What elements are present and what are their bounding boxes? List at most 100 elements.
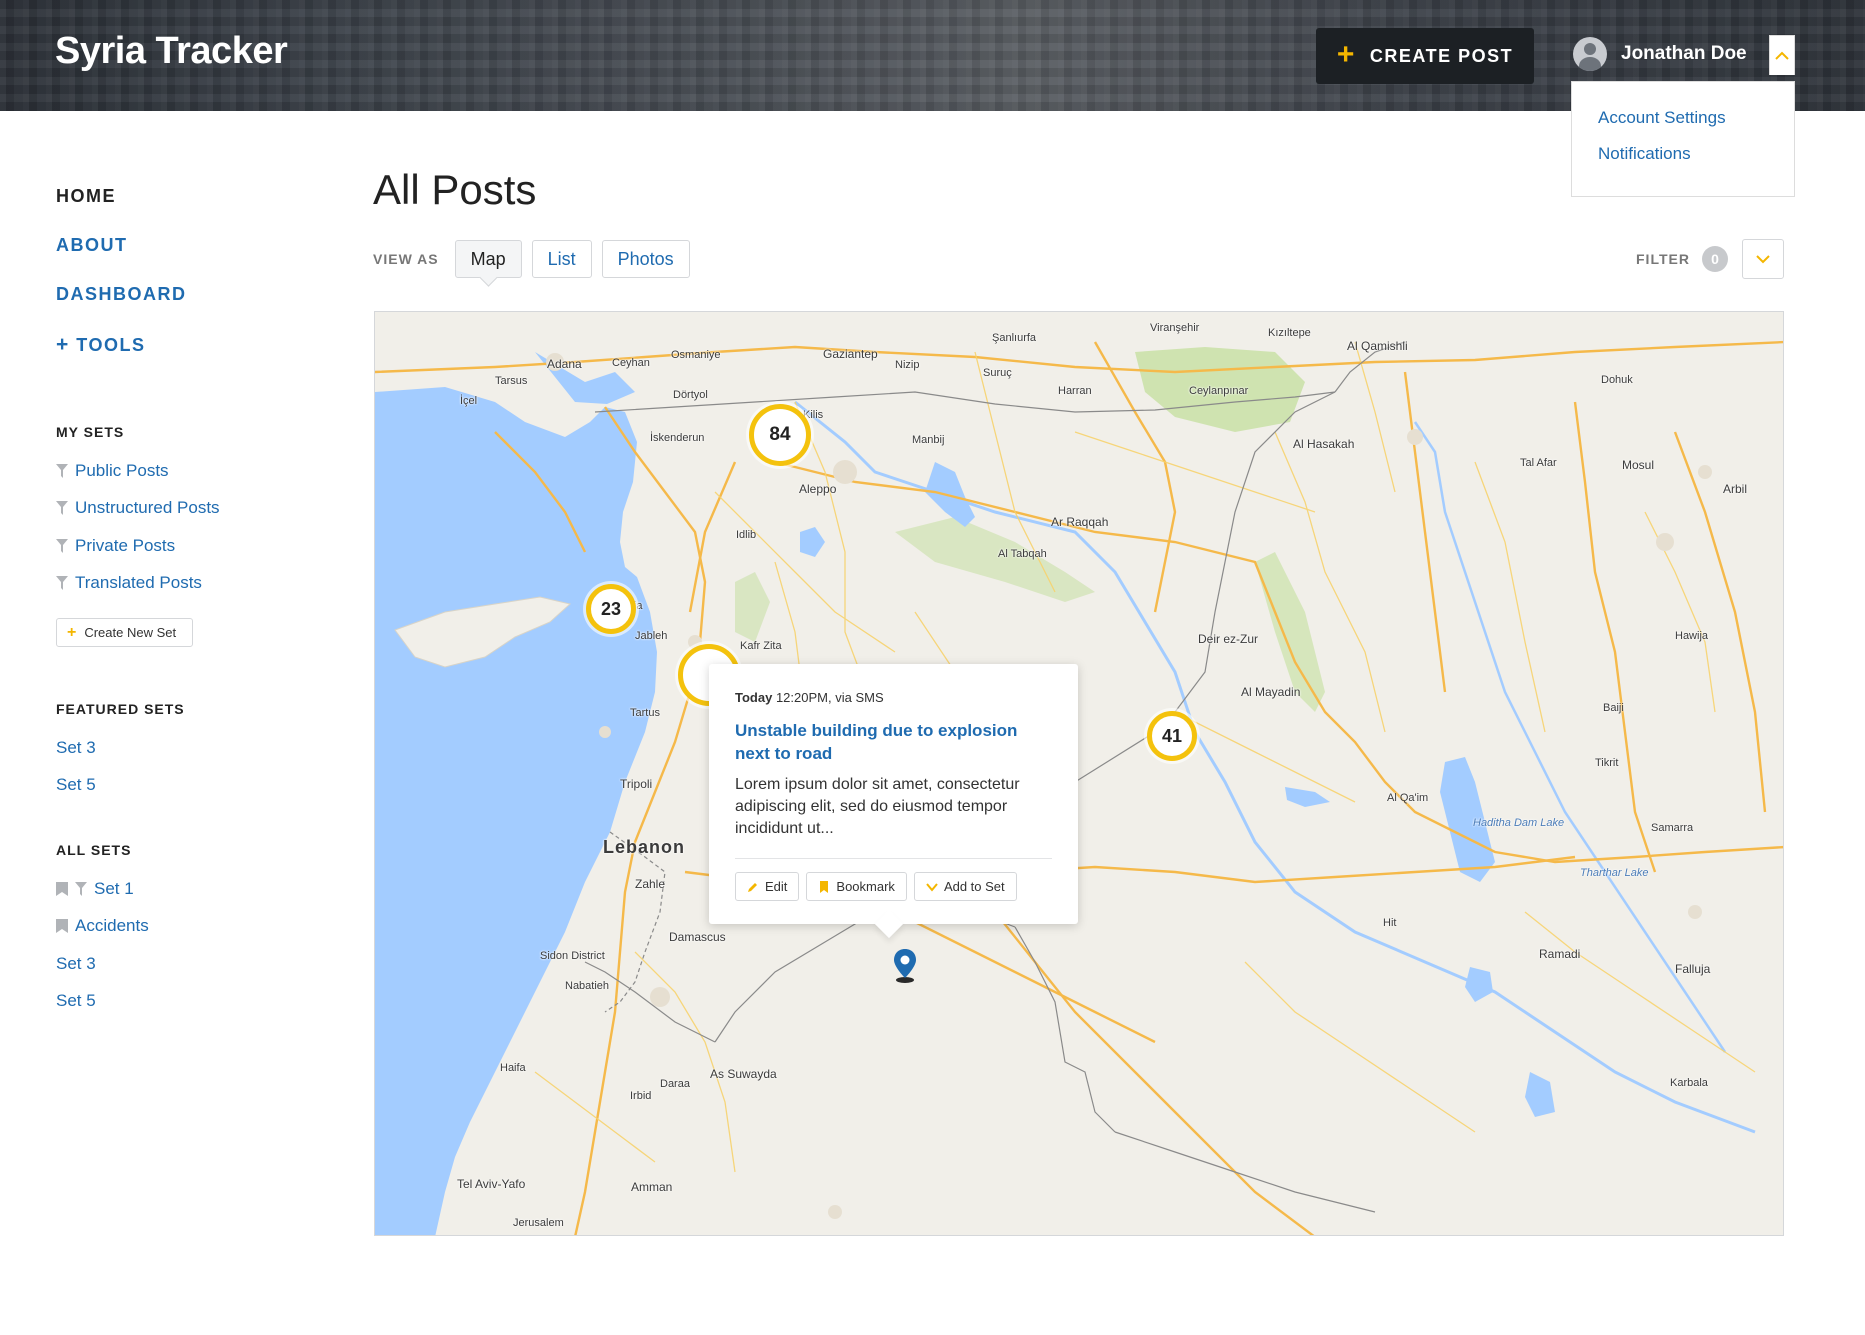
filter-icon <box>56 576 68 591</box>
map-label-city: Al Mayadin <box>1241 685 1301 699</box>
map-label-city: Daraa <box>660 1078 690 1090</box>
map-label-city: Amman <box>631 1180 673 1194</box>
edit-label: Edit <box>765 879 788 894</box>
set-label: Set 3 <box>56 953 96 973</box>
map-label-city: Tikrit <box>1595 757 1619 769</box>
set-label: Public Posts <box>75 460 169 480</box>
create-post-button[interactable]: + CREATE POST <box>1316 28 1534 84</box>
view-photos-button[interactable]: Photos <box>601 240 690 278</box>
account-settings-link[interactable]: Account Settings <box>1598 108 1794 128</box>
create-set-label: Create New Set <box>84 625 177 640</box>
post-actions: Edit Bookmark Add to Set <box>735 872 1052 901</box>
map-label-city: As Suwayda <box>710 1067 777 1081</box>
map-label-city: Zahle <box>635 877 666 891</box>
map-label-city: Şanlıurfa <box>992 332 1037 344</box>
map-label-city: Deir ez-Zur <box>1198 632 1259 646</box>
map-label-city: Tarsus <box>495 375 528 387</box>
filter-icon <box>56 501 68 516</box>
set-translated-posts[interactable]: Translated Posts <box>56 565 296 603</box>
plus-icon: + <box>67 623 77 641</box>
nav-dashboard[interactable]: DASHBOARD <box>56 284 296 333</box>
set-label: Set 1 <box>94 878 134 898</box>
set-unstructured-posts[interactable]: Unstructured Posts <box>56 490 296 528</box>
map-label-city: Karbala <box>1670 1077 1708 1089</box>
all-set-3[interactable]: Set 3 <box>56 945 296 983</box>
map-label-city: Jerusalem <box>513 1217 564 1229</box>
filter-label: FILTER <box>1636 251 1690 267</box>
map-label-city: Nizip <box>895 359 920 371</box>
map-label-water: Haditha Dam Lake <box>1473 817 1565 829</box>
map-label-city: Hawija <box>1675 630 1709 642</box>
posts-map[interactable]: Lebanon Aleppo Gaziantep Adana Mosul Arb… <box>374 311 1784 1236</box>
filter-count-badge: 0 <box>1701 246 1728 272</box>
map-label-city: Adana <box>547 357 582 371</box>
map-label-city: Al Qa'im <box>1387 792 1429 804</box>
all-set-5[interactable]: Set 5 <box>56 983 296 1021</box>
map-cluster-marker[interactable]: 23 <box>586 584 636 634</box>
create-post-label: CREATE POST <box>1369 45 1514 66</box>
post-title-link[interactable]: Unstable building due to explosion next … <box>735 719 1052 765</box>
bookmark-icon <box>56 881 68 896</box>
chevron-down-icon <box>926 882 938 892</box>
map-label-city: Hit <box>1383 917 1397 929</box>
filter-icon <box>56 463 68 478</box>
set-label: Private Posts <box>75 535 176 555</box>
map-label-city: Aleppo <box>799 482 837 496</box>
map-label-city: İskenderun <box>650 432 705 444</box>
all-set-accidents[interactable]: Accidents <box>56 908 296 946</box>
bookmark-button[interactable]: Bookmark <box>806 872 907 901</box>
map-label-city: Tartus <box>630 707 660 719</box>
plus-icon: + <box>56 333 70 356</box>
featured-set-3[interactable]: Set 3 <box>56 729 296 767</box>
filter-toggle-button[interactable] <box>1741 239 1784 279</box>
popup-divider <box>735 858 1052 859</box>
set-private-posts[interactable]: Private Posts <box>56 527 296 565</box>
plus-icon: + <box>1336 37 1356 71</box>
map-label-country: Lebanon <box>603 837 685 857</box>
view-map-button[interactable]: Map <box>454 240 522 278</box>
map-label-city: Mosul <box>1622 458 1655 472</box>
featured-set-5[interactable]: Set 5 <box>56 767 296 805</box>
map-label-city: Baiji <box>1603 702 1624 714</box>
view-list-button[interactable]: List <box>531 240 592 278</box>
user-account[interactable]: Jonathan Doe <box>1573 37 1747 71</box>
set-label: Unstructured Posts <box>75 498 220 518</box>
map-label-city: Tel Aviv-Yafo <box>457 1177 526 1191</box>
post-date: Today <box>735 690 773 705</box>
view-as-label: VIEW AS <box>373 251 439 267</box>
map-label-city: Idlib <box>736 529 757 541</box>
nav-tools[interactable]: + TOOLS <box>56 333 296 382</box>
map-label-city: Kızıltepe <box>1268 327 1311 339</box>
nav-about[interactable]: ABOUT <box>56 235 296 284</box>
map-basemap <box>375 340 1783 1235</box>
map-label-city: Ceyhan <box>612 357 650 369</box>
map-label-city: Sidon District <box>540 950 605 962</box>
chevron-down-icon <box>1756 255 1770 264</box>
map-label-city: İçel <box>460 395 478 407</box>
set-label: Set 5 <box>56 775 96 795</box>
edit-button[interactable]: Edit <box>735 872 800 901</box>
sidebar: HOME ABOUT DASHBOARD + TOOLS MY SETS Pub… <box>56 186 296 1020</box>
map-label-city: Viranşehir <box>1150 322 1200 334</box>
all-set-1[interactable]: Set 1 <box>56 870 296 908</box>
notifications-link[interactable]: Notifications <box>1598 144 1794 164</box>
user-name: Jonathan Doe <box>1621 43 1747 64</box>
set-label: Set 3 <box>56 737 96 757</box>
set-label: Accidents <box>75 916 149 936</box>
map-cluster-marker[interactable]: 41 <box>1147 711 1197 761</box>
bookmark-label: Bookmark <box>836 879 895 894</box>
nav-home[interactable]: HOME <box>56 186 296 235</box>
map-label-city: Harran <box>1058 385 1092 397</box>
view-as-switcher: VIEW AS Map List Photos <box>373 240 690 278</box>
user-menu-toggle[interactable] <box>1769 35 1795 75</box>
site-title[interactable]: Syria Tracker <box>55 30 288 73</box>
create-new-set-button[interactable]: + Create New Set <box>56 618 194 647</box>
map-cluster-marker[interactable]: 84 <box>749 404 811 466</box>
set-public-posts[interactable]: Public Posts <box>56 452 296 490</box>
post-meta: Today 12:20PM, via SMS <box>735 690 1052 705</box>
add-to-set-button[interactable]: Add to Set <box>913 872 1017 901</box>
map-label-city: Manbij <box>912 434 945 446</box>
map-label-city: Ramadi <box>1539 947 1581 961</box>
map-pin-icon[interactable] <box>893 949 917 983</box>
filter-icon <box>56 538 68 553</box>
